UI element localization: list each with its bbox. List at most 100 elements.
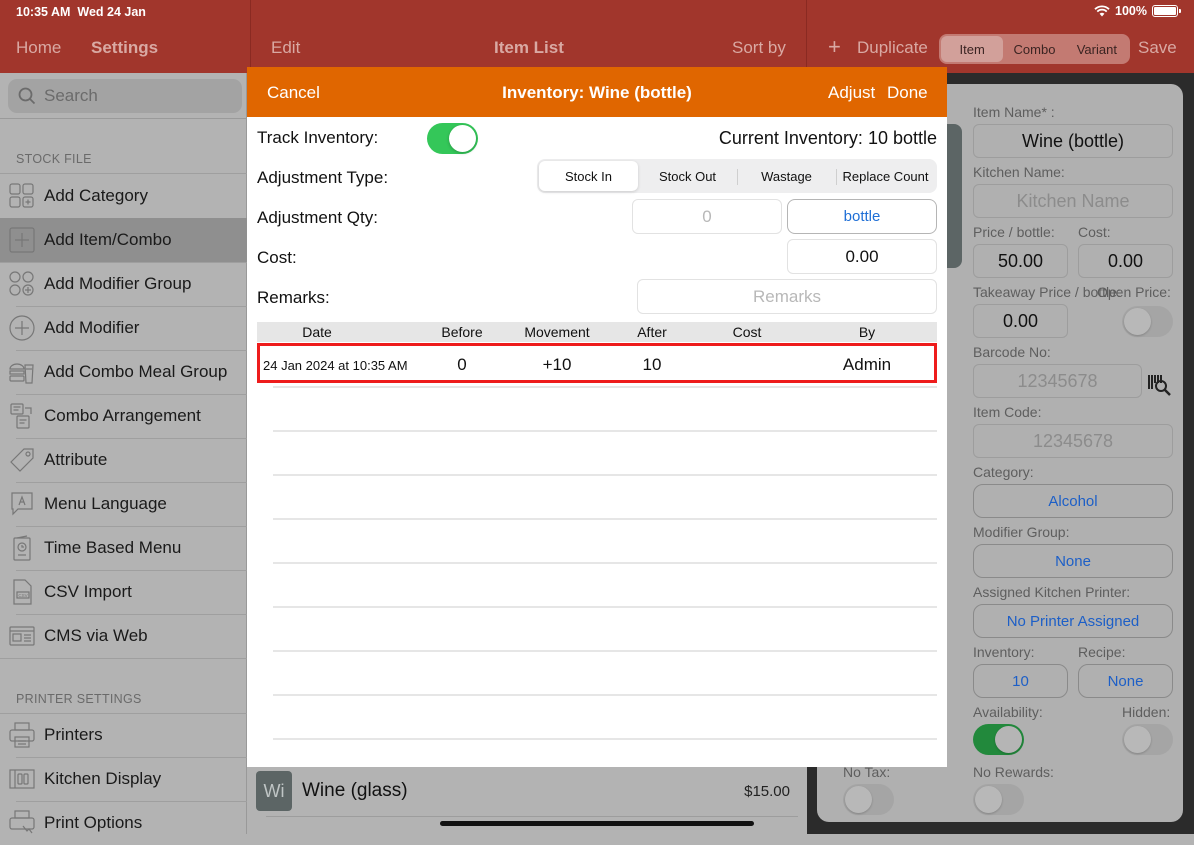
segment-stock-out[interactable]: Stock Out	[638, 161, 737, 191]
tag-icon	[9, 447, 35, 473]
modifier-group-button[interactable]: None	[973, 544, 1173, 578]
sidebar-item-add-item-combo[interactable]: Add Item/Combo	[0, 218, 247, 262]
adjustment-qty-label: Adjustment Qty:	[257, 208, 378, 227]
adjust-button[interactable]: Adjust	[828, 83, 875, 103]
sidebar-item-add-modifier[interactable]: Add Modifier	[0, 306, 247, 350]
table-row[interactable]: 24 Jan 2024 at 10:35 AM 0 +10 10 Admin	[257, 343, 937, 383]
cancel-button[interactable]: Cancel	[267, 83, 320, 103]
sidebar-item-add-modifier-group[interactable]: Add Modifier Group	[0, 262, 247, 306]
sort-by-button[interactable]: Sort by	[732, 38, 786, 58]
home-indicator[interactable]	[440, 821, 754, 826]
sidebar-item-menu-language[interactable]: Menu Language	[0, 482, 247, 526]
cost-input[interactable]: 0.00	[787, 239, 937, 274]
sidebar-item-printers[interactable]: Printers	[0, 713, 247, 757]
sidebar-item-label: Printers	[44, 725, 103, 744]
duplicate-button[interactable]: Duplicate	[857, 38, 928, 58]
done-button[interactable]: Done	[887, 83, 928, 103]
row-after: 10	[642, 355, 662, 374]
hidden-label: Hidden:	[1122, 704, 1171, 720]
row-divider	[273, 518, 937, 520]
row-divider	[273, 562, 937, 564]
segment-item[interactable]: Item	[941, 36, 1004, 62]
unit-button[interactable]: bottle	[787, 199, 937, 234]
arrangement-icon	[9, 403, 35, 429]
item-code-field[interactable]: 12345678	[973, 424, 1173, 458]
takeaway-price-field[interactable]: 0.00	[973, 304, 1068, 338]
web-window-icon	[9, 623, 35, 649]
csv-file-icon: CSV	[9, 579, 35, 605]
divider	[0, 118, 247, 119]
no-tax-toggle[interactable]	[843, 784, 894, 815]
cost-field[interactable]: 0.00	[1078, 244, 1173, 278]
status-date: Wed 24 Jan	[77, 5, 146, 19]
sidebar-item-label: Attribute	[44, 450, 108, 469]
sidebar-item-combo-arrangement[interactable]: Combo Arrangement	[0, 394, 247, 438]
divider	[266, 816, 798, 817]
combo-meal-icon	[9, 359, 35, 385]
sidebar-item-kitchen-display[interactable]: Kitchen Display	[0, 757, 247, 801]
sidebar-item-print-options[interactable]: Print Options	[0, 801, 247, 845]
search-placeholder: Search	[44, 86, 98, 105]
price-label: Price / bottle:	[973, 224, 1055, 240]
sidebar-item-csv-import[interactable]: CSV CSV Import	[0, 570, 247, 614]
remarks-input[interactable]: Remarks	[637, 279, 937, 314]
add-icon[interactable]: +	[828, 34, 841, 60]
sidebar-item-label: CSV Import	[44, 582, 132, 601]
category-button[interactable]: Alcohol	[973, 484, 1173, 518]
barcode-field[interactable]: 12345678	[973, 364, 1142, 398]
open-price-toggle[interactable]	[1122, 306, 1173, 337]
wifi-icon	[1094, 5, 1110, 17]
segment-wastage[interactable]: Wastage	[737, 161, 836, 191]
segment-stock-in[interactable]: Stock In	[539, 161, 638, 191]
column-before: Before	[441, 324, 483, 340]
sidebar-item-cms-via-web[interactable]: CMS via Web	[0, 614, 247, 658]
add-square-icon	[9, 227, 35, 253]
divider	[0, 658, 247, 659]
item-name: Wine (glass)	[302, 780, 408, 801]
kitchen-name-field[interactable]: Kitchen Name	[973, 184, 1173, 218]
adjustment-type-segmented-control: Stock In Stock Out Wastage Replace Count	[537, 159, 937, 193]
segment-combo[interactable]: Combo	[1003, 36, 1065, 62]
row-divider	[273, 474, 937, 476]
kitchen-printer-button[interactable]: No Printer Assigned	[973, 604, 1173, 638]
availability-toggle[interactable]	[973, 724, 1024, 755]
save-button[interactable]: Save	[1138, 38, 1177, 58]
sidebar-item-time-based-menu[interactable]: Time Based Menu	[0, 526, 247, 570]
item-badge: Wi	[256, 771, 292, 811]
sidebar-item-label: Combo Arrangement	[44, 406, 201, 425]
column-date: Date	[302, 324, 332, 340]
item-list-title: Item List	[494, 38, 564, 57]
row-divider	[273, 430, 937, 432]
item-name-field[interactable]: Wine (bottle)	[973, 124, 1173, 158]
modal-header: Cancel Inventory: Wine (bottle) Adjust D…	[247, 67, 947, 117]
price-field[interactable]: 50.00	[973, 244, 1068, 278]
settings-title: Settings	[91, 38, 159, 57]
remarks-label: Remarks:	[257, 288, 330, 307]
list-item[interactable]: Wi Wine (glass) $15.00	[256, 768, 806, 814]
availability-label: Availability:	[973, 704, 1043, 720]
sidebar-item-add-category[interactable]: Add Category	[0, 174, 247, 218]
search-input[interactable]: Search	[8, 79, 242, 113]
item-code-label: Item Code:	[973, 404, 1042, 420]
column-after: After	[637, 324, 667, 340]
barcode-scan-icon[interactable]	[1147, 372, 1173, 396]
recipe-button[interactable]: None	[1078, 664, 1173, 698]
adjustment-qty-input[interactable]: 0	[632, 199, 782, 234]
segment-replace-count[interactable]: Replace Count	[836, 161, 935, 191]
sidebar-item-add-combo-meal-group[interactable]: Add Combo Meal Group	[0, 350, 247, 394]
edit-button[interactable]: Edit	[271, 38, 300, 58]
row-by: Admin	[842, 355, 892, 374]
inventory-button[interactable]: 10	[973, 664, 1068, 698]
sidebar-item-attribute[interactable]: Attribute	[0, 438, 247, 482]
segment-variant[interactable]: Variant	[1066, 36, 1128, 62]
status-indicators: 100%	[1094, 4, 1181, 18]
modifier-group-label: Modifier Group:	[973, 524, 1070, 540]
item-type-segmented-control: Item Combo Variant	[939, 34, 1130, 64]
sidebar-item-label: Add Combo Meal Group	[44, 362, 228, 381]
track-inventory-label: Track Inventory:	[257, 128, 379, 147]
track-inventory-toggle[interactable]	[427, 123, 478, 154]
sidebar-item-label: Add Category	[44, 186, 148, 205]
hidden-toggle[interactable]	[1122, 724, 1173, 755]
home-button[interactable]: Home	[16, 38, 61, 58]
no-rewards-toggle[interactable]	[973, 784, 1024, 815]
